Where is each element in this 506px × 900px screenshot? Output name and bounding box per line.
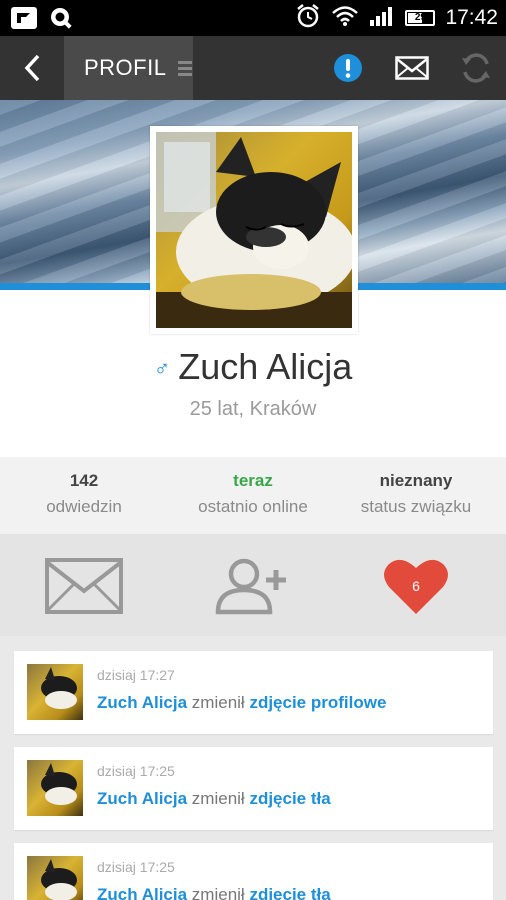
page-title: PROFIL <box>84 55 167 80</box>
avatar[interactable] <box>150 126 358 334</box>
refresh-button[interactable] <box>446 36 506 100</box>
feed-user-link[interactable]: Zuch Alicja <box>97 789 187 808</box>
profile-actions: 6 <box>0 535 506 636</box>
feed-object-link[interactable]: zdjęcie tła <box>249 885 330 900</box>
feed-verb: zmienił <box>191 789 245 808</box>
alert-button[interactable] <box>318 36 378 100</box>
thumbnail <box>27 856 83 900</box>
add-user-icon <box>215 558 286 614</box>
signal-icon <box>369 5 395 32</box>
back-button[interactable] <box>0 36 64 100</box>
feed-verb: zmienił <box>191 693 245 712</box>
battery-icon: 29 <box>405 10 436 26</box>
feed-text: Zuch Alicja zmienił zdjęcie tła <box>97 885 331 900</box>
stat-relationship: nieznany status związku <box>332 471 500 517</box>
stat-visits: 142 odwiedzin <box>0 471 168 517</box>
app-notification-icon <box>10 6 38 35</box>
like-button[interactable]: 6 <box>332 535 500 636</box>
stat-value: 142 <box>69 471 99 490</box>
alarm-icon <box>295 3 321 34</box>
list-item[interactable]: dzisiaj 17:27 Zuch Alicja zmienił zdjęci… <box>14 651 493 734</box>
stats-bar: 142 odwiedzin teraz ostatnio online niez… <box>0 457 506 535</box>
thumbnail <box>27 664 83 720</box>
feed-time: dzisiaj 17:25 <box>97 763 175 779</box>
search-app-icon <box>48 6 74 35</box>
add-friend-button[interactable] <box>169 535 337 636</box>
envelope-icon <box>45 557 123 614</box>
send-message-button[interactable] <box>0 535 168 636</box>
status-bar: 29 17:42 <box>0 0 506 36</box>
action-bar: PROFIL <box>0 36 506 100</box>
feed-time: dzisiaj 17:25 <box>97 859 175 875</box>
stat-value: teraz <box>233 471 273 490</box>
wifi-icon <box>331 5 359 32</box>
feed-text: Zuch Alicja zmienił zdjęcie tła <box>97 789 331 809</box>
menu-icon <box>178 58 193 79</box>
feed-user-link[interactable]: Zuch Alicja <box>97 885 187 900</box>
title-menu-button[interactable]: PROFIL <box>64 36 193 100</box>
list-item[interactable]: dzisiaj 17:25 Zuch Alicja zmienił zdjęci… <box>14 843 493 900</box>
list-item[interactable]: dzisiaj 17:25 Zuch Alicja zmienił zdjęci… <box>14 747 493 830</box>
profile-name-row: ♂ Zuch Alicja <box>0 346 506 388</box>
feed-verb: zmienił <box>191 885 245 900</box>
exclamation-icon <box>334 54 362 82</box>
male-gender-icon: ♂ <box>153 356 171 382</box>
refresh-icon <box>462 53 490 83</box>
stat-value: nieznany <box>379 471 453 490</box>
envelope-icon <box>395 56 429 80</box>
activity-feed: dzisiaj 17:27 Zuch Alicja zmienił zdjęci… <box>14 651 493 900</box>
stat-label: odwiedzin <box>46 497 122 516</box>
stat-last-online: teraz ostatnio online <box>169 471 337 517</box>
stat-label: ostatnio online <box>198 497 308 516</box>
likes-count: 6 <box>412 578 420 594</box>
avatar-image <box>156 132 352 328</box>
clock: 17:42 <box>445 6 498 29</box>
messages-button[interactable] <box>382 36 442 100</box>
stat-label: status związku <box>360 497 472 516</box>
feed-object-link[interactable]: zdjęcie profilowe <box>249 693 386 712</box>
profile-age-city: 25 lat, Kraków <box>189 398 317 420</box>
feed-user-link[interactable]: Zuch Alicja <box>97 693 187 712</box>
thumbnail <box>27 760 83 816</box>
profile-name: Zuch Alicja <box>178 346 353 387</box>
feed-time: dzisiaj 17:27 <box>97 667 175 683</box>
feed-object-link[interactable]: zdjęcie tła <box>249 789 330 808</box>
chevron-left-icon <box>24 54 40 82</box>
feed-text: Zuch Alicja zmienił zdjęcie profilowe <box>97 693 386 713</box>
